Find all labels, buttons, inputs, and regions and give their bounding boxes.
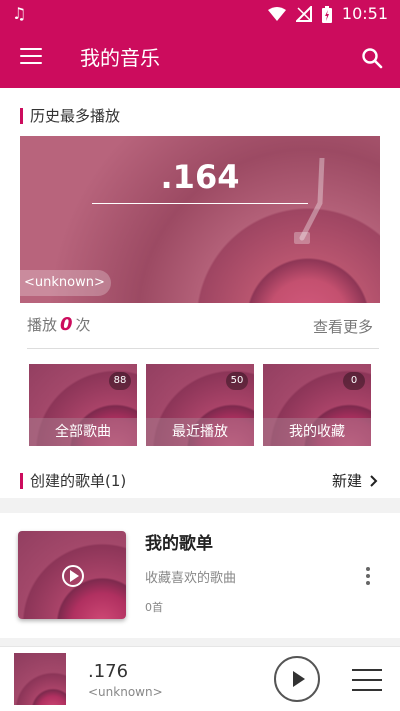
status-bar: ♫ 10:51 [0, 0, 400, 28]
now-playing-artist: <unknown> [88, 685, 163, 699]
favorites-label: 我的收藏 [263, 418, 371, 446]
most-played-artist: <unknown> [20, 270, 111, 296]
search-icon[interactable] [360, 46, 384, 70]
new-playlist-button[interactable]: 新建 [332, 470, 378, 491]
no-signal-icon [295, 6, 312, 22]
now-playing-title: .176 [88, 661, 129, 682]
history-section-title: 历史最多播放 [30, 107, 121, 125]
playlist-queue-icon[interactable] [352, 669, 382, 691]
recently-played-count: 50 [226, 372, 248, 390]
created-playlists-title: 创建的歌单(1) [30, 472, 127, 490]
favorites-count: 0 [343, 372, 365, 390]
status-time: 10:51 [341, 4, 388, 23]
wifi-icon [267, 7, 286, 21]
quick-favorites[interactable]: 0 我的收藏 [263, 364, 371, 446]
quick-all-songs[interactable]: 88 全部歌曲 [29, 364, 137, 446]
menu-icon[interactable] [20, 48, 42, 66]
app-bar: 我的音乐 [0, 28, 400, 88]
play-count: 播放 0 次 [27, 314, 91, 335]
play-circle-icon [62, 565, 84, 587]
most-played-title: .164 [160, 158, 240, 196]
page-title: 我的音乐 [80, 46, 160, 70]
playlist-description: 收藏喜欢的歌曲 [145, 571, 237, 586]
play-button[interactable] [274, 656, 320, 702]
most-played-card[interactable]: .164 <unknown> [20, 136, 380, 303]
accent-bar [20, 472, 23, 489]
play-count-suffix: 次 [75, 316, 91, 334]
play-count-value: 0 [60, 314, 73, 335]
title-underline [92, 203, 308, 204]
accent-bar [20, 107, 23, 124]
new-playlist-label: 新建 [331, 472, 362, 490]
created-playlists-header: 创建的歌单(1) [20, 470, 126, 491]
playlist-name: 我的歌单 [145, 534, 213, 554]
battery-charging-icon [321, 5, 332, 23]
play-count-prefix: 播放 [27, 316, 58, 334]
history-section-header: 历史最多播放 [20, 105, 120, 126]
now-playing-bar[interactable]: .176 <unknown> [0, 646, 400, 711]
divider [27, 348, 379, 349]
all-songs-count: 88 [109, 372, 131, 390]
now-playing-cover [14, 653, 66, 705]
music-note-icon: ♫ [12, 4, 27, 23]
all-songs-label: 全部歌曲 [29, 418, 137, 446]
recently-played-label: 最近播放 [146, 418, 254, 446]
more-vert-icon[interactable] [366, 567, 370, 585]
quick-recently-played[interactable]: 50 最近播放 [146, 364, 254, 446]
see-more-link[interactable]: 查看更多 [313, 316, 373, 337]
chevron-right-icon [370, 474, 378, 487]
playlist-song-count: 0首 [145, 601, 163, 614]
playlist-cover [18, 531, 126, 619]
list-item[interactable]: 我的歌单 收藏喜欢的歌曲 0首 [0, 513, 400, 638]
